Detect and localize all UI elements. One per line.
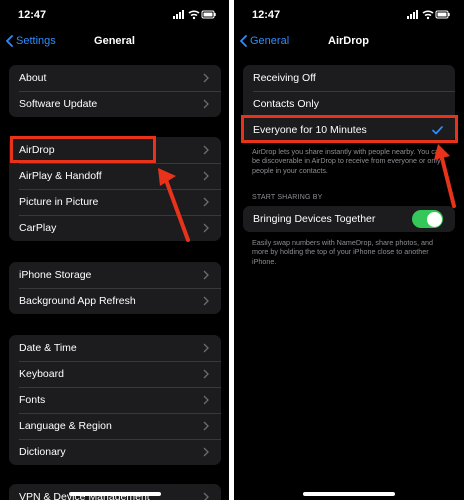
- status-bar: 12:47: [0, 0, 229, 28]
- chevron-right-icon: [203, 197, 209, 207]
- status-time: 12:47: [18, 9, 47, 21]
- nav-bar: General AirDrop: [234, 30, 463, 54]
- settings-row-keyboard[interactable]: Keyboard: [9, 361, 221, 387]
- settings-row-fonts[interactable]: Fonts: [9, 387, 221, 413]
- status-icons: [173, 10, 216, 20]
- status-bar: 12:47: [234, 0, 463, 28]
- row-label: Bringing Devices Together: [253, 213, 376, 225]
- battery-icon: [201, 10, 216, 19]
- chevron-right-icon: [203, 99, 209, 109]
- chevron-right-icon: [203, 447, 209, 457]
- row-label: AirPlay & Handoff: [19, 170, 102, 182]
- status-time: 12:47: [252, 9, 281, 21]
- bringing-devices-row: Bringing Devices Together: [243, 206, 455, 232]
- wifi-icon: [422, 10, 434, 20]
- chevron-right-icon: [203, 421, 209, 431]
- everyone-highlight-box: [241, 115, 458, 143]
- chevron-right-icon: [203, 296, 209, 306]
- row-label: About: [19, 72, 47, 84]
- page-title: General: [94, 35, 135, 47]
- settings-row-software-update[interactable]: Software Update: [9, 91, 221, 117]
- battery-icon: [435, 10, 450, 19]
- settings-row-dictionary[interactable]: Dictionary: [9, 439, 221, 465]
- home-indicator: [302, 492, 395, 496]
- settings-group-storage: iPhone Storage Background App Refresh: [9, 262, 221, 314]
- chevron-right-icon: [203, 145, 209, 155]
- signal-icon: [407, 10, 418, 19]
- nav-bar: Settings General: [0, 30, 229, 54]
- row-label: Background App Refresh: [19, 295, 136, 307]
- status-icons: [407, 10, 450, 20]
- option-label: Contacts Only: [253, 98, 319, 110]
- bringing-devices-toggle[interactable]: [412, 210, 443, 228]
- row-label: Software Update: [19, 98, 98, 110]
- wifi-icon: [188, 10, 200, 20]
- airdrop-description: AirDrop lets you share instantly with pe…: [252, 147, 443, 175]
- row-label: Date & Time: [19, 342, 77, 354]
- settings-row-date-time[interactable]: Date & Time: [9, 335, 221, 361]
- page-title: AirDrop: [328, 35, 369, 47]
- toggle-knob: [426, 211, 442, 227]
- home-indicator: [68, 492, 161, 496]
- settings-group-about: About Software Update: [9, 65, 221, 117]
- signal-icon: [173, 10, 184, 19]
- settings-row-background-app-refresh[interactable]: Background App Refresh: [9, 288, 221, 314]
- airdrop-highlight-box: [10, 136, 156, 163]
- chevron-right-icon: [203, 223, 209, 233]
- row-label: Fonts: [19, 394, 46, 406]
- row-label: CarPlay: [19, 222, 57, 234]
- row-label: Dictionary: [19, 446, 66, 458]
- row-label: iPhone Storage: [19, 269, 92, 281]
- chevron-right-icon: [203, 395, 209, 405]
- row-label: Picture in Picture: [19, 196, 99, 208]
- arrow-annotation: [434, 144, 456, 208]
- option-receiving-off[interactable]: Receiving Off: [243, 65, 455, 91]
- settings-row-iphone-storage[interactable]: iPhone Storage: [9, 262, 221, 288]
- option-label: Receiving Off: [253, 72, 316, 84]
- chevron-right-icon: [203, 73, 209, 83]
- chevron-right-icon: [203, 369, 209, 379]
- start-sharing-group: Bringing Devices Together: [243, 206, 455, 232]
- row-label: Language & Region: [19, 420, 112, 432]
- settings-group-date-time: Date & Time Keyboard Fonts Language & Re…: [9, 335, 221, 465]
- chevron-right-icon: [203, 492, 209, 500]
- row-label: Keyboard: [19, 368, 64, 380]
- settings-row-language-region[interactable]: Language & Region: [9, 413, 221, 439]
- section-header-start-sharing: START SHARING BY: [252, 194, 323, 201]
- namedrop-description: Easily swap numbers with NameDrop, share…: [252, 238, 433, 266]
- settings-row-about[interactable]: About: [9, 65, 221, 91]
- chevron-right-icon: [203, 270, 209, 280]
- chevron-right-icon: [203, 171, 209, 181]
- option-contacts-only[interactable]: Contacts Only: [243, 91, 455, 117]
- arrow-annotation: [158, 168, 190, 242]
- airdrop-settings-screen: 12:47 General AirDrop Receiving Off Cont…: [234, 0, 463, 500]
- general-settings-screen: 12:47 Settings General About Software Up…: [0, 0, 229, 500]
- chevron-right-icon: [203, 343, 209, 353]
